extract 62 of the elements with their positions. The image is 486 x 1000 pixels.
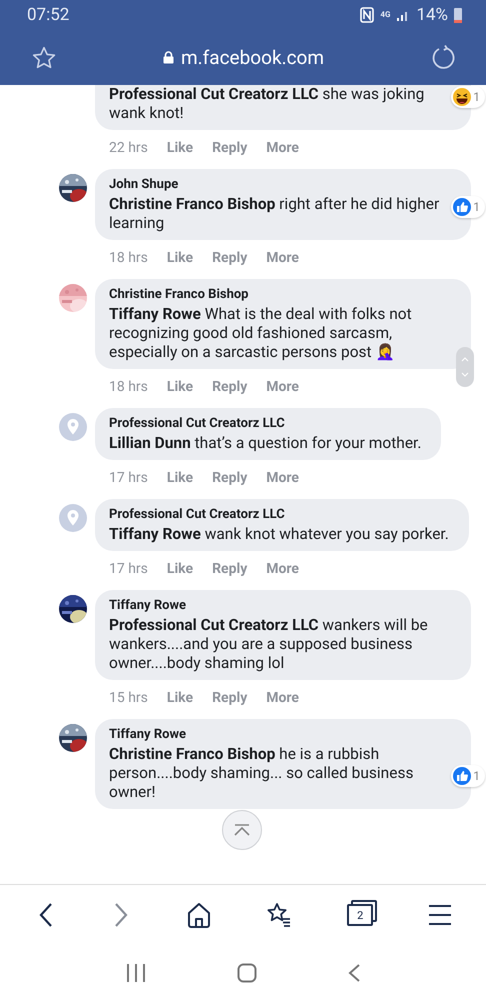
comment-action-link[interactable]: Like: [166, 140, 194, 156]
comment-author[interactable]: Professional Cut Creatorz LLC: [109, 507, 449, 522]
like-icon: [453, 198, 472, 216]
nfc-icon: [360, 7, 374, 23]
comment-text: Tiffany Rowe wank knot whatever you say porker.: [109, 525, 449, 544]
comment-time: 17 hrs: [109, 470, 148, 486]
comment-action-link[interactable]: Reply: [212, 250, 248, 266]
comment-author[interactable]: Tiffany Rowe: [109, 727, 451, 742]
home-icon[interactable]: [186, 902, 212, 928]
comment-text: Christine Franco Bishop he is a rubbish person....body shaming... so called business owner!: [109, 745, 414, 802]
laughing-emoji-icon: [453, 88, 472, 106]
comment-action-link[interactable]: Like: [166, 379, 194, 395]
comment-text: Professional Cut Creatorz LLC she was joking wank knot!: [109, 85, 426, 123]
comment-time: 18 hrs: [109, 250, 148, 266]
scroll-to-top-button[interactable]: [222, 810, 262, 850]
comment-action-link[interactable]: More: [266, 690, 299, 706]
comment-action-link[interactable]: More: [266, 140, 299, 156]
comment-action-link[interactable]: More: [266, 379, 299, 395]
comment-action-link[interactable]: Like: [166, 561, 194, 577]
comment-author[interactable]: Professional Cut Creatorz LLC: [109, 416, 422, 431]
comment-action-link[interactable]: Reply: [212, 140, 248, 156]
comment-action-link[interactable]: Like: [166, 250, 194, 266]
lock-icon: [162, 51, 174, 64]
comment-time: 15 hrs: [109, 690, 148, 706]
comment-time: 18 hrs: [109, 379, 148, 395]
comment-action-link[interactable]: Like: [166, 690, 194, 706]
scroll-handle[interactable]: [456, 347, 474, 387]
clock: 07:52: [27, 5, 70, 25]
battery-level: 14%: [416, 5, 448, 25]
reaction-count[interactable]: 1: [451, 196, 485, 218]
comment-action-link[interactable]: More: [266, 561, 299, 577]
back-button-icon[interactable]: [347, 962, 361, 982]
comment-text: Tiffany Rowe What is the deal with folks not recognizing good old fashioned sarcasm, especially on a sarcastic persons post 🤦‍♀: [109, 305, 413, 362]
menu-icon[interactable]: [428, 904, 452, 926]
comment-text: Lillian Dunn that’s a question for your mother.: [109, 434, 422, 453]
scroll-to-top-icon: [232, 823, 252, 837]
star-icon[interactable]: [31, 44, 57, 70]
battery-icon: [454, 7, 462, 23]
comment-time: 17 hrs: [109, 561, 148, 577]
reaction-count[interactable]: 1: [451, 86, 485, 108]
default-avatar-icon: [59, 413, 87, 441]
comment-author[interactable]: Tiffany Rowe: [109, 598, 451, 613]
comment-action-link[interactable]: Reply: [212, 470, 248, 486]
comment-action-link[interactable]: Reply: [212, 561, 248, 577]
comment-author[interactable]: John Shupe: [109, 177, 451, 192]
home-button-icon[interactable]: [237, 962, 257, 982]
bookmarks-icon[interactable]: [266, 902, 292, 928]
comment-action-link[interactable]: More: [266, 470, 299, 486]
comment-text: Professional Cut Creatorz LLC wankers will be wankers....and you are a supposed business owner....body shaming lol: [109, 616, 429, 673]
comment-author[interactable]: Christine Franco Bishop: [109, 287, 451, 302]
comment-action-link[interactable]: Reply: [212, 690, 248, 706]
comment-action-link[interactable]: Reply: [212, 379, 248, 395]
recent-apps-icon[interactable]: [125, 962, 147, 982]
comment-action-link[interactable]: Like: [166, 470, 194, 486]
default-avatar-icon: [59, 504, 87, 532]
network-label: 4G: [380, 11, 390, 19]
comment-action-link[interactable]: More: [266, 250, 299, 266]
url-text[interactable]: m.facebook.com: [180, 46, 324, 69]
comment-text: Christine Franco Bishop right after he did higher learning: [109, 195, 440, 233]
reaction-count[interactable]: 1: [451, 765, 485, 787]
like-icon: [453, 767, 472, 785]
comment-time: 22 hrs: [109, 140, 148, 156]
